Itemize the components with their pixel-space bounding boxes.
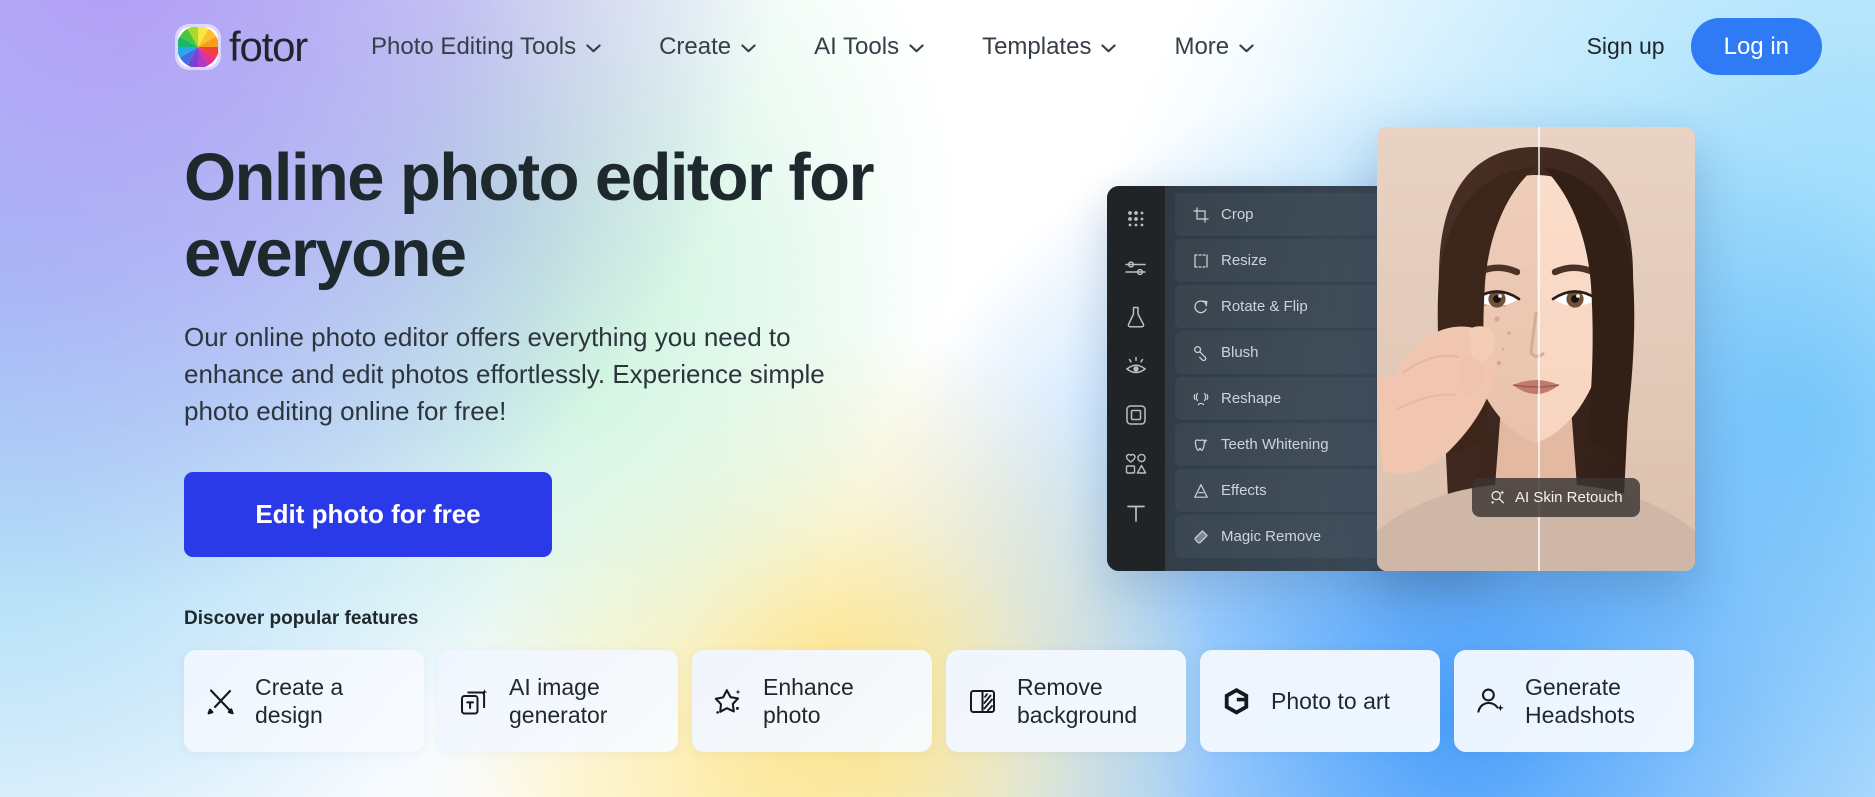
signup-link[interactable]: Sign up bbox=[1587, 33, 1665, 60]
frame-border-icon[interactable] bbox=[1123, 402, 1149, 428]
brand-name: fotor bbox=[229, 26, 307, 68]
before-after-portrait-preview: AI Skin Retouch bbox=[1377, 127, 1695, 571]
feature-card-ai-image-generator[interactable]: AI image generator bbox=[438, 650, 678, 752]
crop-icon bbox=[1192, 206, 1209, 223]
magic-remove-icon bbox=[1192, 528, 1209, 545]
resize-icon bbox=[1192, 252, 1209, 269]
hero-subtitle: Our online photo editor offers everythin… bbox=[184, 319, 896, 430]
page-title: Online photo editor for everyone bbox=[184, 140, 904, 293]
menu-item-label: Effects bbox=[1221, 482, 1267, 499]
ai-image-generator-icon bbox=[458, 685, 491, 718]
menu-item-label: Resize bbox=[1221, 252, 1267, 269]
nav-item-ai-tools[interactable]: AI Tools bbox=[785, 23, 953, 71]
generate-headshots-icon bbox=[1474, 685, 1507, 718]
chevron-down-icon bbox=[1239, 44, 1254, 53]
nav-item-create[interactable]: Create bbox=[630, 23, 785, 71]
nav-label: Templates bbox=[982, 33, 1091, 61]
nav-item-photo-editing-tools[interactable]: Photo Editing Tools bbox=[342, 23, 630, 71]
menu-item-label: Crop bbox=[1221, 206, 1254, 223]
fotor-color-wheel-logo bbox=[178, 27, 218, 67]
chevron-down-icon bbox=[1101, 44, 1116, 53]
login-button[interactable]: Log in bbox=[1691, 18, 1822, 75]
feature-card-create-a-design[interactable]: Create a design bbox=[184, 650, 424, 752]
feature-card-label: Create a design bbox=[255, 673, 404, 729]
feature-card-label: AI image generator bbox=[509, 673, 658, 729]
feature-card-enhance-photo[interactable]: Enhance photo bbox=[692, 650, 932, 752]
features-section-title: Discover popular features bbox=[184, 608, 1694, 630]
tooltip-label: AI Skin Retouch bbox=[1515, 489, 1623, 506]
enhance-photo-icon bbox=[712, 685, 745, 718]
nav-item-more[interactable]: More bbox=[1145, 23, 1283, 71]
header-actions: Sign up Log in bbox=[1587, 18, 1822, 75]
shapes-elements-icon[interactable] bbox=[1123, 451, 1149, 477]
site-header: fotor Photo Editing Tools Create AI Tool… bbox=[0, 0, 1875, 93]
sliders-adjust-icon[interactable] bbox=[1123, 255, 1149, 281]
photo-to-art-icon bbox=[1220, 685, 1253, 718]
feature-card-generate-headshots[interactable]: Generate Headshots bbox=[1454, 650, 1694, 752]
chevron-down-icon bbox=[741, 44, 756, 53]
feature-card-label: Remove background bbox=[1017, 673, 1166, 729]
ai-skin-retouch-icon bbox=[1489, 489, 1506, 506]
menu-item-label: Teeth Whitening bbox=[1221, 436, 1329, 453]
blush-icon bbox=[1192, 344, 1209, 361]
feature-card-photo-to-art[interactable]: Photo to art bbox=[1200, 650, 1440, 752]
effects-icon bbox=[1192, 482, 1209, 499]
feature-card-list: Create a design AI image generator bbox=[184, 650, 1694, 752]
editor-preview-mockup: Crop Resize Rotate & Flip Blush Reshape … bbox=[1107, 127, 1695, 571]
feature-card-label: Generate Headshots bbox=[1525, 673, 1674, 729]
nav-label: AI Tools bbox=[814, 33, 899, 61]
ai-skin-retouch-tooltip[interactable]: AI Skin Retouch bbox=[1472, 478, 1640, 517]
eye-retouch-icon[interactable] bbox=[1123, 353, 1149, 379]
feature-card-label: Enhance photo bbox=[763, 673, 912, 729]
chevron-down-icon bbox=[909, 44, 924, 53]
text-tool-icon[interactable] bbox=[1123, 500, 1149, 526]
reshape-icon bbox=[1192, 390, 1209, 407]
menu-item-label: Blush bbox=[1221, 344, 1259, 361]
popular-features-section: Discover popular features Create a desig… bbox=[184, 608, 1694, 752]
hero-section: Online photo editor for everyone Our onl… bbox=[184, 140, 904, 557]
menu-item-label: Reshape bbox=[1221, 390, 1281, 407]
main-navigation: Photo Editing Tools Create AI Tools Temp… bbox=[342, 23, 1283, 71]
flask-beauty-icon[interactable] bbox=[1123, 304, 1149, 330]
create-design-icon bbox=[204, 685, 237, 718]
menu-item-label: Magic Remove bbox=[1221, 528, 1321, 545]
feature-card-remove-background[interactable]: Remove background bbox=[946, 650, 1186, 752]
nav-label: Photo Editing Tools bbox=[371, 33, 576, 61]
brand-logo-link[interactable]: fotor bbox=[178, 26, 307, 68]
remove-background-icon bbox=[966, 685, 999, 718]
grid-dots-icon[interactable] bbox=[1123, 206, 1149, 232]
chevron-down-icon bbox=[586, 44, 601, 53]
nav-label: Create bbox=[659, 33, 731, 61]
feature-card-label: Photo to art bbox=[1271, 687, 1390, 715]
editor-tool-rail bbox=[1107, 186, 1165, 571]
nav-label: More bbox=[1174, 33, 1229, 61]
rotate-flip-icon bbox=[1192, 298, 1209, 315]
edit-photo-for-free-button[interactable]: Edit photo for free bbox=[184, 472, 552, 557]
teeth-whitening-icon bbox=[1192, 436, 1209, 453]
nav-item-templates[interactable]: Templates bbox=[953, 23, 1145, 71]
menu-item-label: Rotate & Flip bbox=[1221, 298, 1308, 315]
